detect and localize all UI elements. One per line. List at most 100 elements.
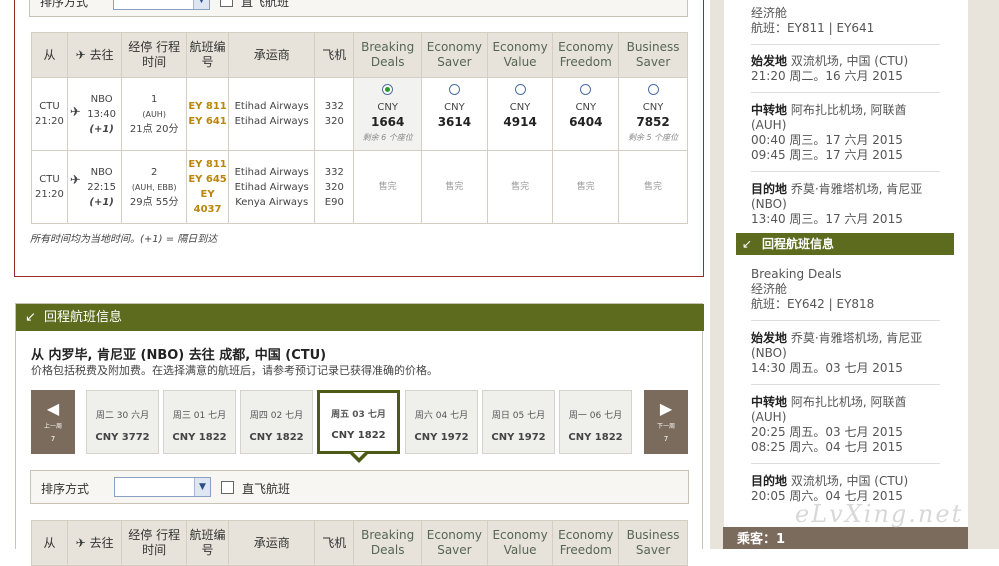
direct-only-checkbox[interactable] (220, 0, 233, 7)
outbound-sort-bar: 排序方式 ▼ 直飞航班 (29, 0, 688, 17)
ret-flights: 航班：EY642 | EY818 (751, 297, 875, 311)
stops-cell: 2 (AUH, EBB) 29点 55分 (121, 150, 187, 224)
fare-soldout: 售完 (486, 150, 554, 224)
ret-destination: 目的地 双流机场, 中国 (CTU) (751, 474, 909, 488)
stops-cell: 1 (AUH) 21点 20分 (121, 77, 187, 151)
col-from: 从 (31, 32, 68, 78)
prev-week-button[interactable]: ◀ 上一周 7 (31, 390, 75, 454)
from-cell: CTU 21:20 (31, 150, 68, 224)
ret-transit-time1: 20:25 周五。03 七月 2015 (751, 425, 903, 439)
fare-radio[interactable] (448, 83, 460, 95)
col-flightno: 航班编号 (185, 520, 230, 566)
date-tab[interactable]: 周三 01 七月 CNY 1822 (163, 390, 236, 454)
sort-select[interactable]: ▼ (113, 0, 210, 10)
carrier-cell: Etihad Airways Etihad Airways Kenya Airway… (228, 150, 316, 224)
page-right-margin (968, 0, 999, 549)
col-to: ✈ 去往 (66, 520, 123, 566)
col-fare-breaking: Breaking Deals (353, 520, 423, 566)
next-week-button[interactable]: ▶ 下一周 7 (644, 390, 688, 454)
out-flights: 航班：EY811 | EY641 (751, 21, 875, 35)
arrow-down-left-icon: ↙ (742, 237, 753, 251)
aircraft-cell: 332 320 (314, 77, 355, 151)
col-aircraft: 飞机 (314, 32, 355, 78)
date-tab-selected[interactable]: 周五 03 七月 CNY 1822 (317, 390, 400, 454)
ret-transit: 中转地 阿布扎比机场, 阿联酋 (AUH) (751, 395, 907, 424)
fare-soldout: 售完 (552, 150, 620, 224)
out-cabin: 经济舱 (751, 6, 788, 20)
fare-cell-saver[interactable]: CNY 3614 (421, 77, 488, 151)
col-from: 从 (31, 520, 68, 566)
fare-radio[interactable] (647, 83, 659, 95)
date-tab[interactable]: 周日 05 七月 CNY 1972 (482, 390, 555, 454)
watermark: eLvXing.net (795, 500, 964, 528)
flightno-cell: EY 811 EY 641 (185, 77, 230, 151)
col-aircraft: 飞机 (314, 520, 355, 566)
sort-select[interactable]: ▼ (114, 477, 211, 497)
out-destination: 目的地 乔莫·肯雅塔机场, 肯尼亚 (NBO) (751, 182, 923, 211)
col-fare-freedom: Economy Freedom (552, 32, 620, 78)
return-flight-header: ↙ 回程航班信息 (736, 233, 954, 255)
chevron-left-icon: ◀ (46, 399, 60, 418)
aircraft-cell: 332 320 E90 (314, 150, 355, 224)
out-transit-time1: 00:40 周三。17 六月 2015 (751, 133, 903, 147)
divider (751, 320, 940, 321)
col-fare-value: Economy Value (486, 520, 554, 566)
to-cell: ✈ NBO 13:40 (+1) (66, 77, 123, 151)
out-origin-time: 21:20 周二。16 六月 2015 (751, 69, 903, 83)
outbound-flight-table: 从 ✈ 去往 经停 行程时间 航班编号 承运商 飞机 Breaking Deal… (31, 32, 688, 224)
divider (751, 44, 940, 45)
date-tab[interactable]: 周二 30 六月 CNY 3772 (86, 390, 159, 454)
divider (751, 171, 940, 172)
table-row: CTU 21:20 ✈ NBO 13:40 (+1) 1 (AUH) 21点 20分 EY … (31, 77, 688, 151)
date-tab[interactable]: 周四 02 七月 CNY 1822 (240, 390, 313, 454)
direct-only-label: 直飞航班 (241, 0, 290, 9)
col-stops: 经停 行程时间 (121, 520, 187, 566)
fare-soldout: 售完 (618, 150, 688, 224)
fare-radio-selected[interactable] (382, 83, 394, 95)
plane-icon: ✈ (75, 47, 86, 62)
table-row: CTU 21:20 ✈ NBO 22:15 (+1) 2 (AUH, EBB) 29点 55… (31, 150, 688, 224)
direct-only-checkbox[interactable] (221, 481, 234, 494)
fare-cell-value[interactable]: CNY 4914 (486, 77, 554, 151)
return-sort-bar: 排序方式 ▼ 直飞航班 (30, 470, 689, 504)
col-carrier: 承运商 (228, 520, 316, 566)
col-fare-saver: Economy Saver (421, 32, 488, 78)
divider (751, 384, 940, 385)
plane-icon: ✈ (69, 105, 81, 120)
fare-cell-breaking[interactable]: CNY 1664 剩余 6 个座位 (353, 77, 423, 151)
divider (751, 463, 940, 464)
return-panel: ↙ 回程航班信息 从 内罗毕, 肯尼亚 (NBO) 去往 成都, 中国 (CTU)… (15, 303, 704, 566)
fare-soldout: 售完 (353, 150, 423, 224)
chevron-down-icon: ▼ (193, 0, 209, 9)
out-origin: 始发地 双流机场, 中国 (CTU) (751, 54, 909, 68)
ret-origin: 始发地 乔莫·肯雅塔机场, 肯尼亚 (NBO) (751, 331, 923, 360)
fare-cell-freedom[interactable]: CNY 6404 (552, 77, 620, 151)
date-tab[interactable]: 周一 06 七月 CNY 1822 (559, 390, 632, 454)
out-transit-time2: 09:45 周三。17 六月 2015 (751, 148, 903, 162)
plane-icon: ✈ (75, 535, 86, 550)
page: 排序方式 ▼ 直飞航班 从 ✈ 去往 经停 行程时间 航班编号 承运商 飞机 B… (0, 0, 999, 566)
table-header-row: 从 ✈ 去往 经停 行程时间 航班编号 承运商 飞机 Breaking Deal… (31, 32, 688, 78)
col-carrier: 承运商 (228, 32, 316, 78)
return-route-title: 从 内罗毕, 肯尼亚 (NBO) 去往 成都, 中国 (CTU) (31, 348, 327, 363)
time-note: 所有时间均为当地时间。(+1) = 隔日到达 (30, 234, 218, 245)
col-fare-freedom: Economy Freedom (552, 520, 620, 566)
date-tab[interactable]: 周六 04 七月 CNY 1972 (405, 390, 478, 454)
fare-radio[interactable] (580, 83, 592, 95)
flightno-cell: EY 811 EY 645 EY 4037 (185, 150, 230, 224)
ret-origin-time: 14:30 周五。03 七月 2015 (751, 361, 903, 375)
sort-label: 排序方式 (40, 0, 89, 9)
itinerary-sidebar: 经济舱 航班：EY811 | EY641 始发地 双流机场, 中国 (CTU) … (736, 0, 955, 520)
out-transit: 中转地 阿布扎比机场, 阿联酋 (AUH) (751, 103, 907, 132)
chevron-right-icon: ▶ (659, 399, 673, 418)
selected-date-caret (350, 452, 368, 463)
col-flightno: 航班编号 (185, 32, 230, 78)
chevron-down-icon: ▼ (194, 478, 210, 496)
fare-radio[interactable] (514, 83, 526, 95)
sort-label: 排序方式 (41, 482, 90, 496)
fare-cell-business[interactable]: CNY 7852 剩余 5 个座位 (618, 77, 688, 151)
col-fare-business: Business Saver (618, 32, 688, 78)
from-cell: CTU 21:20 (31, 77, 68, 151)
col-fare-breaking: Breaking Deals (353, 32, 423, 78)
arrow-down-left-icon: ↙ (25, 310, 36, 325)
